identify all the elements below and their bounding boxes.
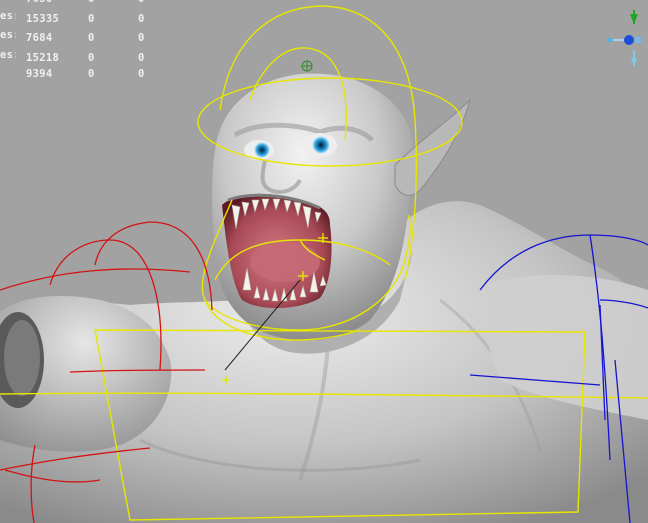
hud-row: es: 15335 0 0 xyxy=(0,10,168,30)
hud-value: 0 xyxy=(88,68,95,80)
hud-value: 0 xyxy=(138,0,168,5)
hud-value: 9394 xyxy=(26,68,53,80)
x-axis-arrow-icon xyxy=(608,35,642,45)
hud-row: es: 15218 0 0 xyxy=(0,49,168,69)
hud-label: es: xyxy=(0,9,16,22)
poly-count-hud: s:765000 es:1533500 es:768400 es:1521800… xyxy=(0,0,168,88)
hud-value: 0 xyxy=(88,0,138,5)
hud-value: 15218 xyxy=(26,51,60,64)
hud-label: s: xyxy=(0,0,16,2)
hud-value: 0 xyxy=(138,12,145,25)
right-eye xyxy=(312,136,330,154)
3d-viewport[interactable]: s:765000 es:1533500 es:768400 es:1521800… xyxy=(0,0,648,523)
hud-value: 15335 xyxy=(26,12,60,25)
view-axis-gizmo[interactable] xyxy=(604,2,648,74)
hud-value: 0 xyxy=(88,32,95,44)
hud-value: 0 xyxy=(138,32,145,44)
hud-label: es: xyxy=(0,48,16,61)
hud-value: 0 xyxy=(138,51,145,64)
hud-label: es: xyxy=(0,29,16,41)
z-axis-arrow-icon xyxy=(631,50,637,68)
hud-row: 9394 0 0 xyxy=(0,68,168,88)
y-axis-arrow-icon xyxy=(630,10,638,24)
hud-row: s:765000 xyxy=(0,0,168,10)
hud-row: es: 7684 0 0 xyxy=(0,29,168,49)
left-eye xyxy=(254,142,270,158)
hud-value: 0 xyxy=(88,51,95,64)
hud-value: 0 xyxy=(88,12,95,25)
hud-value: 7684 xyxy=(26,32,53,44)
hud-value: 7650 xyxy=(16,0,88,5)
hud-value: 0 xyxy=(138,68,145,80)
